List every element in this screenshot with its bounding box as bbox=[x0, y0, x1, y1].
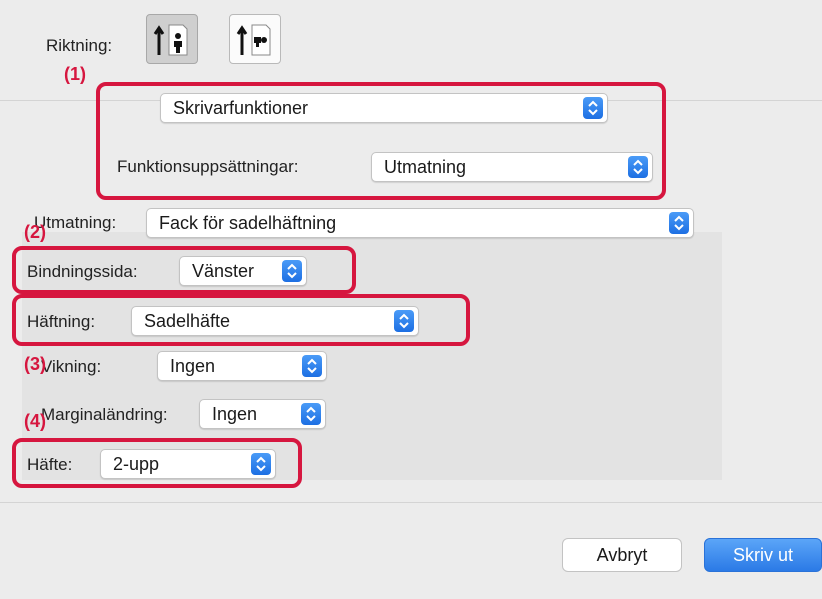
callout-number-2: (2) bbox=[24, 222, 46, 242]
output-popup[interactable]: Fack för sadelhäftning bbox=[146, 208, 694, 238]
output-label: Utmatning: bbox=[34, 213, 117, 232]
margin-shift-label: Marginaländring: bbox=[41, 405, 168, 424]
output-chevron-icon bbox=[669, 212, 689, 234]
folding-popup[interactable]: Ingen bbox=[157, 351, 327, 381]
orientation-portrait-button[interactable] bbox=[146, 14, 198, 64]
output-value: Fack för sadelhäftning bbox=[159, 213, 337, 233]
callout-box-3 bbox=[12, 294, 470, 346]
orientation-landscape-button[interactable] bbox=[229, 14, 281, 64]
print-button[interactable]: Skriv ut bbox=[704, 538, 822, 572]
portrait-person-icon bbox=[153, 24, 188, 56]
callout-number-3: (3) bbox=[24, 354, 46, 374]
callout-box-1 bbox=[96, 82, 666, 200]
folding-value: Ingen bbox=[170, 356, 216, 376]
margin-shift-chevron-icon bbox=[301, 403, 321, 425]
folding-chevron-icon bbox=[302, 355, 322, 377]
bottom-divider bbox=[0, 502, 822, 503]
callout-box-4 bbox=[12, 438, 302, 488]
cancel-button[interactable]: Avbryt bbox=[562, 538, 682, 572]
landscape-person-icon bbox=[236, 24, 271, 56]
callout-number-1: (1) bbox=[64, 64, 86, 84]
callout-box-2 bbox=[12, 246, 356, 294]
margin-shift-popup[interactable]: Ingen bbox=[199, 399, 326, 429]
folding-label: Vikning: bbox=[41, 357, 102, 376]
callout-number-4: (4) bbox=[24, 411, 46, 431]
orientation-label: Riktning: bbox=[46, 36, 113, 55]
margin-shift-value: Ingen bbox=[212, 404, 258, 424]
